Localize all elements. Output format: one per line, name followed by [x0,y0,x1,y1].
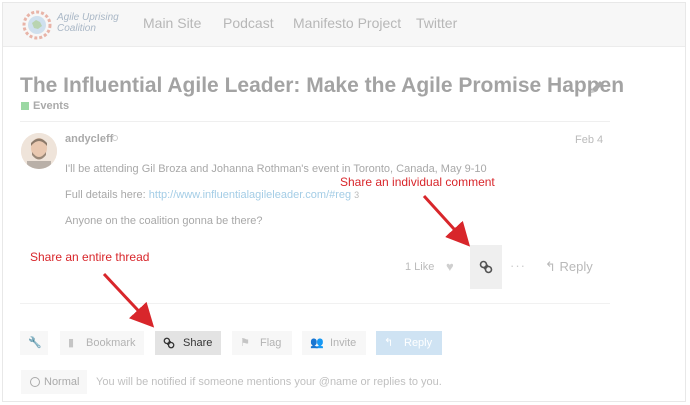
notification-circle-icon [30,377,40,387]
users-icon: 👥 [310,337,324,349]
annotation-share-thread: Share an entire thread [30,250,150,264]
nav-main-site[interactable]: Main Site [143,3,201,47]
bookmark-label: Bookmark [86,337,136,349]
like-count[interactable]: 1 Like [405,261,434,273]
admin-wrench-button[interactable]: 🔧 [20,331,48,355]
wrench-icon: 🔧 [28,337,42,349]
flag-icon: ⚑ [240,337,250,349]
details-link[interactable]: http://www.influentialagileleader.com/#r… [149,189,351,201]
discourse-page: Agile Uprising Coalition Main Site Podca… [2,2,686,402]
post-date[interactable]: Feb 4 [575,134,603,146]
logo-text-line1: Agile Uprising [57,12,119,23]
invite-label: Invite [330,337,357,349]
reply-arrow-icon: ↰ [545,259,556,274]
share-post-link-button[interactable] [470,245,502,289]
bookmark-button[interactable]: ▮ Bookmark [60,331,144,355]
logo-text-line2: Coalition [57,23,96,34]
more-actions-icon[interactable]: ··· [510,258,526,273]
post-line-3: Anyone on the coalition gonna be there? [65,215,263,227]
nav-manifesto-project[interactable]: Manifesto Project [293,3,401,47]
reply-topic-label: Reply [404,337,433,349]
post-line-1: I'll be attending Gil Broza and Johanna … [65,163,487,175]
reply-arrow-icon: ↰ [384,337,394,349]
logo-text: Agile Uprising Coalition [57,12,119,34]
notification-level-button[interactable]: Normal [21,370,87,394]
category-badge-icon [21,102,29,110]
bookmark-icon: ▮ [68,337,75,349]
divider [20,303,610,304]
post-username[interactable]: andycleff [65,133,113,145]
post-line-2: Full details here: http://www.influentia… [65,189,359,201]
site-header: Agile Uprising Coalition Main Site Podca… [3,3,685,47]
flag-button[interactable]: ⚑ Flag [232,331,292,355]
heart-icon[interactable]: ♥ [446,259,454,274]
share-label: Share [183,337,213,349]
post-reply-button[interactable]: ↰ Reply [545,259,593,275]
invite-button[interactable]: 👥 Invite [302,331,366,355]
post-reply-label: Reply [559,259,593,274]
user-status-icon [112,135,118,141]
topic-title[interactable]: The Influential Agile Leader: Make the A… [20,74,624,98]
notification-description: You will be notified if someone mentions… [96,376,442,388]
nav-twitter[interactable]: Twitter [416,3,457,47]
link-click-count: 3 [354,190,360,200]
details-prefix: Full details here: [65,189,149,201]
category-label[interactable]: Events [33,100,69,112]
user-avatar-icon [21,133,57,169]
flag-label: Flag [260,337,282,349]
divider [20,121,610,122]
reply-topic-button[interactable]: ↰ Reply [376,331,442,355]
annotation-share-comment: Share an individual comment [340,175,495,189]
share-topic-button[interactable]: Share [155,331,221,355]
nav-podcast[interactable]: Podcast [223,3,274,47]
link-icon [163,337,175,349]
coalition-logo-icon[interactable] [21,9,57,41]
link-icon [479,260,493,274]
edit-pencil-icon[interactable] [589,79,605,95]
notification-level-label: Normal [44,376,80,388]
avatar[interactable] [21,133,57,169]
